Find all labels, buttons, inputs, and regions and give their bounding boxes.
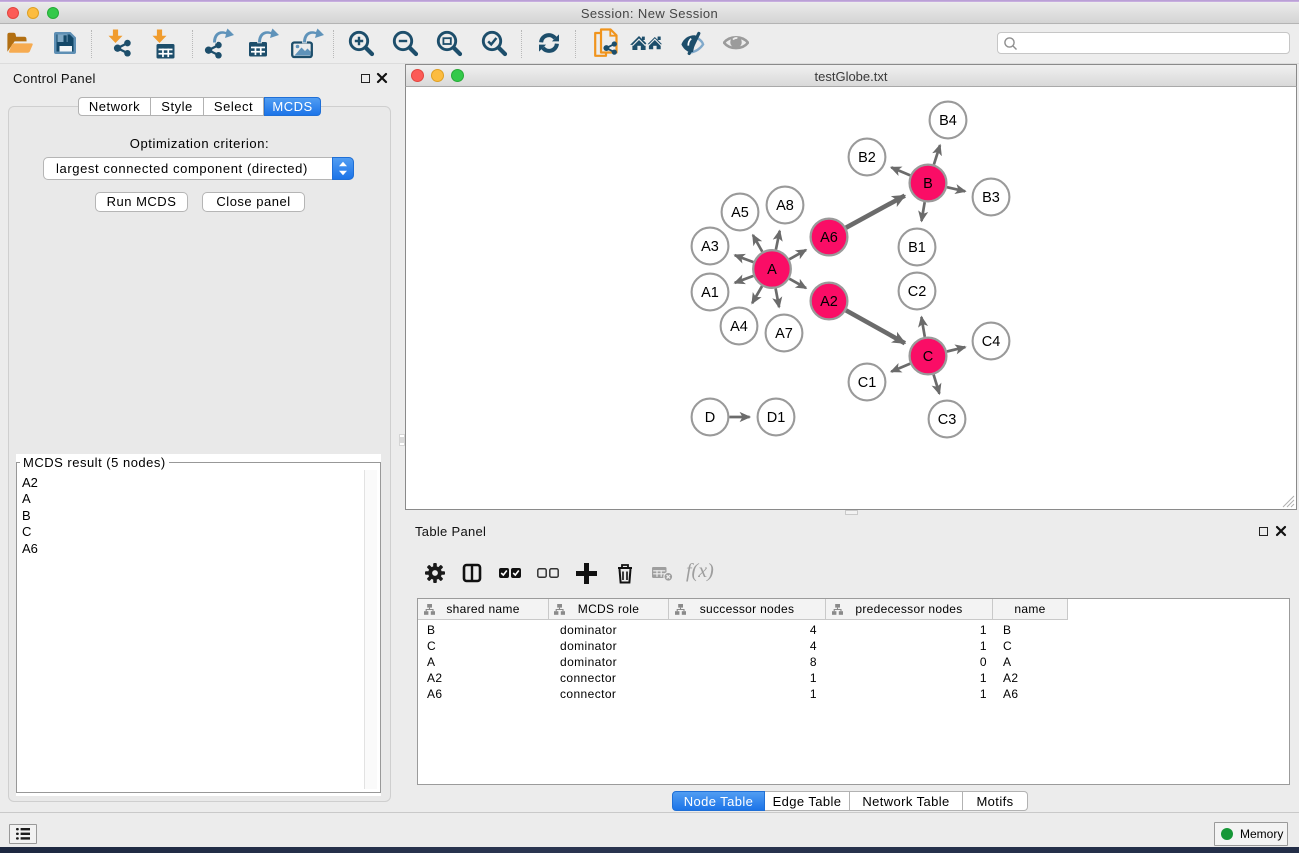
svg-text:A2: A2: [820, 294, 838, 310]
svg-text:A8: A8: [776, 198, 794, 214]
svg-text:C2: C2: [908, 284, 927, 300]
svg-text:C3: C3: [938, 412, 957, 428]
svg-text:C1: C1: [858, 375, 877, 391]
svg-text:C4: C4: [982, 334, 1001, 350]
svg-text:A4: A4: [730, 319, 748, 335]
svg-text:A6: A6: [820, 230, 838, 246]
svg-text:A5: A5: [731, 205, 749, 221]
svg-text:D: D: [705, 410, 715, 426]
svg-text:B3: B3: [982, 190, 1000, 206]
svg-text:B: B: [923, 176, 933, 192]
svg-text:A1: A1: [701, 285, 719, 301]
svg-text:C: C: [923, 349, 933, 365]
svg-text:A7: A7: [775, 326, 793, 342]
svg-text:D1: D1: [767, 410, 786, 426]
svg-text:A3: A3: [701, 239, 719, 255]
svg-text:B2: B2: [858, 150, 876, 166]
svg-text:B4: B4: [939, 113, 957, 129]
svg-text:B1: B1: [908, 240, 926, 256]
svg-text:A: A: [767, 262, 777, 278]
